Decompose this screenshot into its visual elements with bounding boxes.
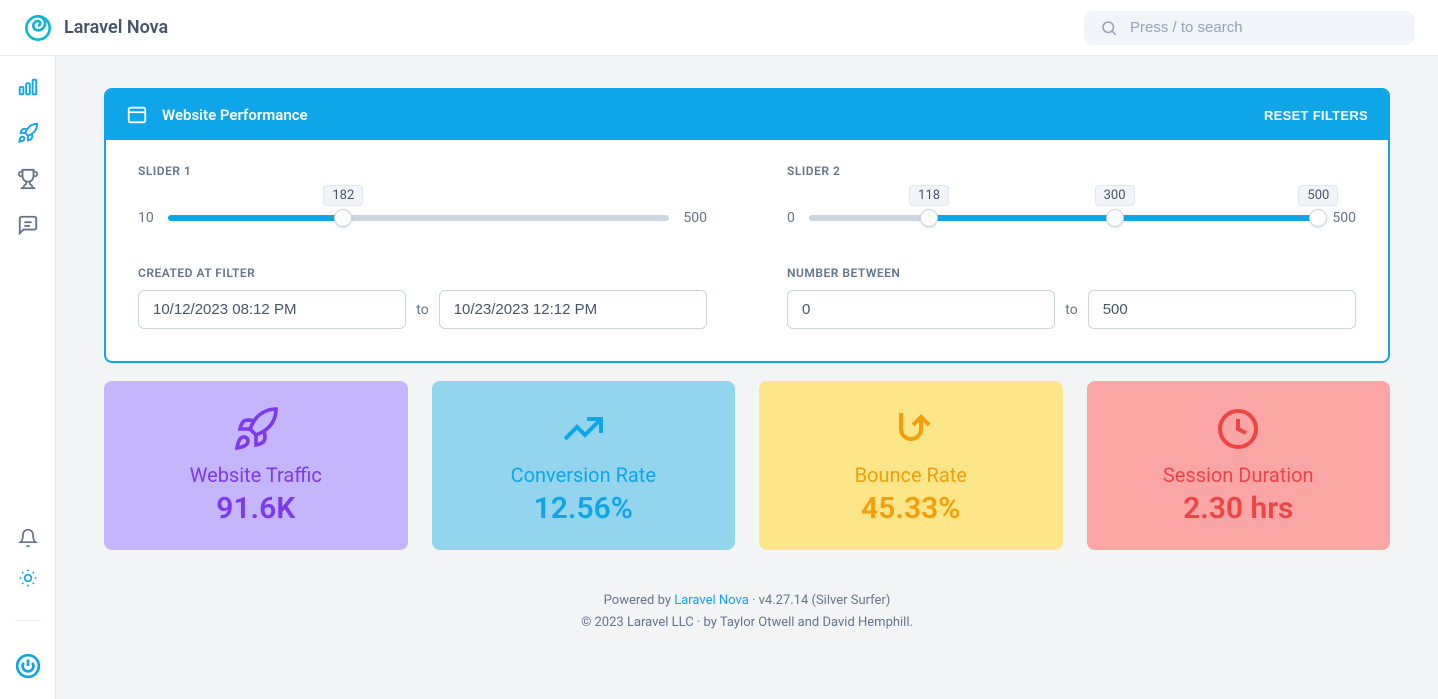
- slider1-tooltip: 182: [323, 185, 363, 206]
- slider1-thumb[interactable]: [334, 209, 352, 227]
- slider2-min: 0: [787, 210, 795, 226]
- card-traffic-value: 91.6K: [120, 491, 392, 526]
- nav-power[interactable]: [15, 653, 41, 679]
- slider2-tooltip-1: 118: [909, 185, 949, 206]
- slider1-filter: SLIDER 1 10 182 500: [138, 164, 707, 226]
- nav-trophy[interactable]: [17, 168, 39, 190]
- panel-body: SLIDER 1 10 182 500 SLIDER 2: [106, 140, 1388, 361]
- panel-title: Website Performance: [162, 106, 308, 124]
- topbar: Laravel Nova: [0, 0, 1438, 56]
- nav-theme[interactable]: [18, 568, 38, 588]
- slider1-fill: [168, 215, 344, 221]
- nav-dashboard[interactable]: [17, 76, 39, 98]
- slider1[interactable]: 10 182 500: [138, 210, 707, 226]
- main-content: Website Performance RESET FILTERS SLIDER…: [56, 56, 1438, 666]
- trophy-icon: [17, 168, 39, 190]
- rocket-icon: [120, 405, 392, 453]
- footer-nova-link[interactable]: Laravel Nova: [674, 593, 749, 608]
- search-wrap: [1084, 11, 1414, 45]
- card-traffic-title: Website Traffic: [120, 463, 392, 487]
- created-at-label: CREATED AT FILTER: [138, 266, 707, 280]
- to-label-1: to: [416, 302, 428, 318]
- card-conversion: Conversion Rate 12.56%: [432, 381, 736, 550]
- panel-header: Website Performance RESET FILTERS: [106, 90, 1388, 140]
- slider2-thumb-2[interactable]: [1106, 209, 1124, 227]
- card-traffic: Website Traffic 91.6K: [104, 381, 408, 550]
- metric-cards: Website Traffic 91.6K Conversion Rate 12…: [104, 381, 1390, 550]
- u-turn-icon: [775, 405, 1047, 453]
- number-between-label: NUMBER BETWEEN: [787, 266, 1356, 280]
- chat-icon: [17, 214, 39, 236]
- card-conversion-value: 12.56%: [448, 491, 720, 526]
- footer-copyright: © 2023 Laravel LLC · by Taylor Otwell an…: [104, 612, 1390, 634]
- trend-up-icon: [448, 405, 720, 453]
- performance-panel: Website Performance RESET FILTERS SLIDER…: [104, 88, 1390, 363]
- slider2-max: 500: [1332, 210, 1356, 226]
- brand-text: Laravel Nova: [64, 17, 168, 38]
- divider: [15, 620, 41, 621]
- sun-icon: [18, 568, 38, 588]
- slider2-label: SLIDER 2: [787, 164, 1356, 178]
- nav-rocket[interactable]: [17, 122, 39, 144]
- clock-icon: [1103, 405, 1375, 453]
- reset-filters-button[interactable]: RESET FILTERS: [1264, 108, 1368, 123]
- slider1-max: 500: [683, 210, 707, 226]
- slider1-min: 10: [138, 210, 154, 226]
- power-icon: [15, 653, 41, 679]
- chart-bar-icon: [17, 76, 39, 98]
- slider2-thumb-1[interactable]: [920, 209, 938, 227]
- window-icon: [126, 104, 148, 126]
- nav-notifications[interactable]: [18, 528, 38, 548]
- slider2-thumb-3[interactable]: [1309, 209, 1327, 227]
- search-icon: [1100, 19, 1118, 37]
- created-at-to[interactable]: [439, 290, 707, 329]
- footer: Powered by Laravel Nova · v4.27.14 (Silv…: [104, 590, 1390, 634]
- footer-version: · v4.27.14 (Silver Surfer): [749, 593, 891, 608]
- created-at-filter: CREATED AT FILTER to: [138, 266, 707, 329]
- card-bounce: Bounce Rate 45.33%: [759, 381, 1063, 550]
- number-between-filter: NUMBER BETWEEN to: [787, 266, 1356, 329]
- bell-icon: [18, 528, 38, 548]
- card-bounce-title: Bounce Rate: [775, 463, 1047, 487]
- slider2-filter: SLIDER 2 0 118 300 500 500: [787, 164, 1356, 226]
- logo[interactable]: Laravel Nova: [24, 14, 168, 42]
- search-box[interactable]: [1084, 11, 1414, 45]
- swirl-icon: [24, 14, 52, 42]
- card-bounce-value: 45.33%: [775, 491, 1047, 526]
- card-session: Session Duration 2.30 hrs: [1087, 381, 1391, 550]
- created-at-from[interactable]: [138, 290, 406, 329]
- nav-chat[interactable]: [17, 214, 39, 236]
- number-to[interactable]: [1088, 290, 1356, 329]
- number-from[interactable]: [787, 290, 1055, 329]
- card-session-value: 2.30 hrs: [1103, 491, 1375, 526]
- card-conversion-title: Conversion Rate: [448, 463, 720, 487]
- slider2[interactable]: 0 118 300 500 500: [787, 210, 1356, 226]
- search-input[interactable]: [1130, 19, 1398, 36]
- to-label-2: to: [1065, 302, 1077, 318]
- card-session-title: Session Duration: [1103, 463, 1375, 487]
- slider2-tooltip-2: 300: [1095, 185, 1135, 206]
- slider2-track[interactable]: 118 300 500: [809, 215, 1319, 221]
- sidebar: [0, 56, 56, 699]
- footer-prefix: Powered by: [604, 593, 675, 608]
- slider2-tooltip-3: 500: [1298, 185, 1338, 206]
- slider1-track[interactable]: 182: [168, 215, 670, 221]
- slider1-label: SLIDER 1: [138, 164, 707, 178]
- rocket-icon: [17, 122, 39, 144]
- slider2-fill: [929, 215, 1318, 221]
